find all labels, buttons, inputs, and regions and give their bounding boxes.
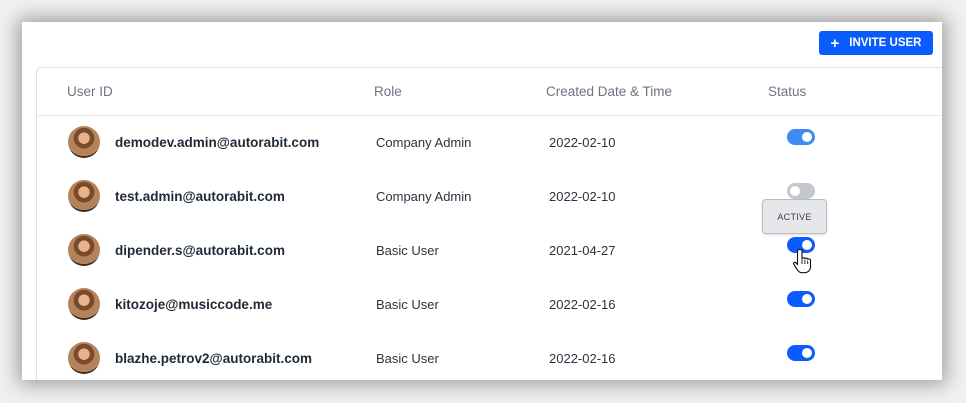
toggle-knob (790, 186, 800, 196)
user-role: Basic User (376, 351, 439, 366)
toggle-knob (802, 294, 812, 304)
user-created-date: 2021-04-27 (549, 243, 616, 258)
tooltip-text: ACTIVE (777, 211, 812, 222)
avatar (68, 180, 100, 212)
user-created-date: 2022-02-16 (549, 351, 616, 366)
hand-cursor-icon (793, 248, 812, 274)
user-created-date: 2022-02-16 (549, 297, 616, 312)
status-toggle[interactable] (787, 183, 815, 199)
toggle-knob (802, 132, 812, 142)
status-toggle[interactable] (787, 345, 815, 361)
user-role: Basic User (376, 243, 439, 258)
avatar (68, 342, 100, 374)
toggle-knob (802, 348, 812, 358)
user-email: demodev.admin@autorabit.com (115, 135, 320, 150)
user-email: dipender.s@autorabit.com (115, 243, 285, 258)
table-row: demodev.admin@autorabit.com Company Admi… (37, 116, 942, 170)
invite-user-label: INVITE USER (849, 37, 922, 49)
table-header: User ID Role Created Date & Time Status (37, 68, 942, 116)
user-email: test.admin@autorabit.com (115, 189, 285, 204)
header-role[interactable]: Role (374, 84, 402, 99)
header-user-id[interactable]: User ID (67, 84, 113, 99)
invite-user-button[interactable]: + INVITE USER (819, 31, 933, 55)
user-created-date: 2022-02-10 (549, 189, 616, 204)
user-email: blazhe.petrov2@autorabit.com (115, 351, 312, 366)
plus-icon: + (830, 34, 840, 52)
status-toggle[interactable] (787, 129, 815, 145)
user-role: Basic User (376, 297, 439, 312)
table-row: kitozoje@musiccode.me Basic User 2022-02… (37, 278, 942, 332)
header-status[interactable]: Status (768, 84, 806, 99)
avatar (68, 126, 100, 158)
avatar (68, 288, 100, 320)
user-email: kitozoje@musiccode.me (115, 297, 273, 312)
user-created-date: 2022-02-10 (549, 135, 616, 150)
users-panel: + INVITE USER User ID Role Created Date … (22, 22, 942, 380)
header-created-date[interactable]: Created Date & Time (546, 84, 672, 99)
status-tooltip: ACTIVE (762, 199, 827, 234)
user-role: Company Admin (376, 135, 472, 150)
table-row: blazhe.petrov2@autorabit.com Basic User … (37, 332, 942, 380)
avatar (68, 234, 100, 266)
status-toggle[interactable] (787, 291, 815, 307)
user-role: Company Admin (376, 189, 472, 204)
